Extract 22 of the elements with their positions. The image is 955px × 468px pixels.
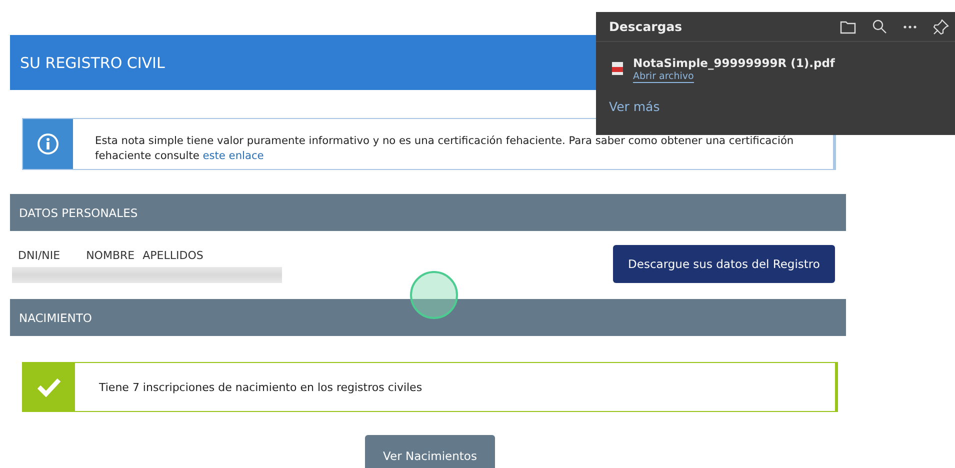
page-title: SU REGISTRO CIVIL: [20, 54, 165, 72]
column-label: DNI/NIE: [18, 249, 60, 262]
info-text: Esta nota simple tiene valor puramente informativo y no es una certificación fehaciente. Para saber como obtener una certificación fehaciente consulte este enlace: [95, 134, 795, 164]
info-link[interactable]: este enlace: [202, 150, 264, 162]
success-message: Tiene 7 inscripciones de nacimiento en los registros civiles: [99, 380, 422, 394]
pin-icon[interactable]: [933, 18, 949, 34]
info-icon: [37, 133, 59, 155]
section-title: DATOS PERSONALES: [19, 206, 138, 220]
download-button[interactable]: Descargue sus datos del Registro: [613, 245, 835, 283]
pdf-file-icon: [612, 62, 623, 75]
folder-icon[interactable]: [840, 20, 856, 34]
column-label: APELLIDOS: [142, 249, 204, 262]
file-name: NotaSimple_99999999R (1).pdf: [633, 56, 835, 70]
panel-title: Descargas: [609, 19, 682, 34]
search-icon[interactable]: [872, 19, 887, 34]
section-title: NACIMIENTO: [19, 310, 92, 324]
see-more-link[interactable]: Ver más: [609, 99, 955, 114]
more-icon[interactable]: [903, 24, 917, 28]
view-births-button[interactable]: Ver Nacimientos: [365, 435, 495, 468]
column-label: NOMBRE: [86, 249, 135, 262]
check-icon: [37, 377, 61, 397]
open-file-link[interactable]: Abrir archivo: [633, 71, 694, 83]
